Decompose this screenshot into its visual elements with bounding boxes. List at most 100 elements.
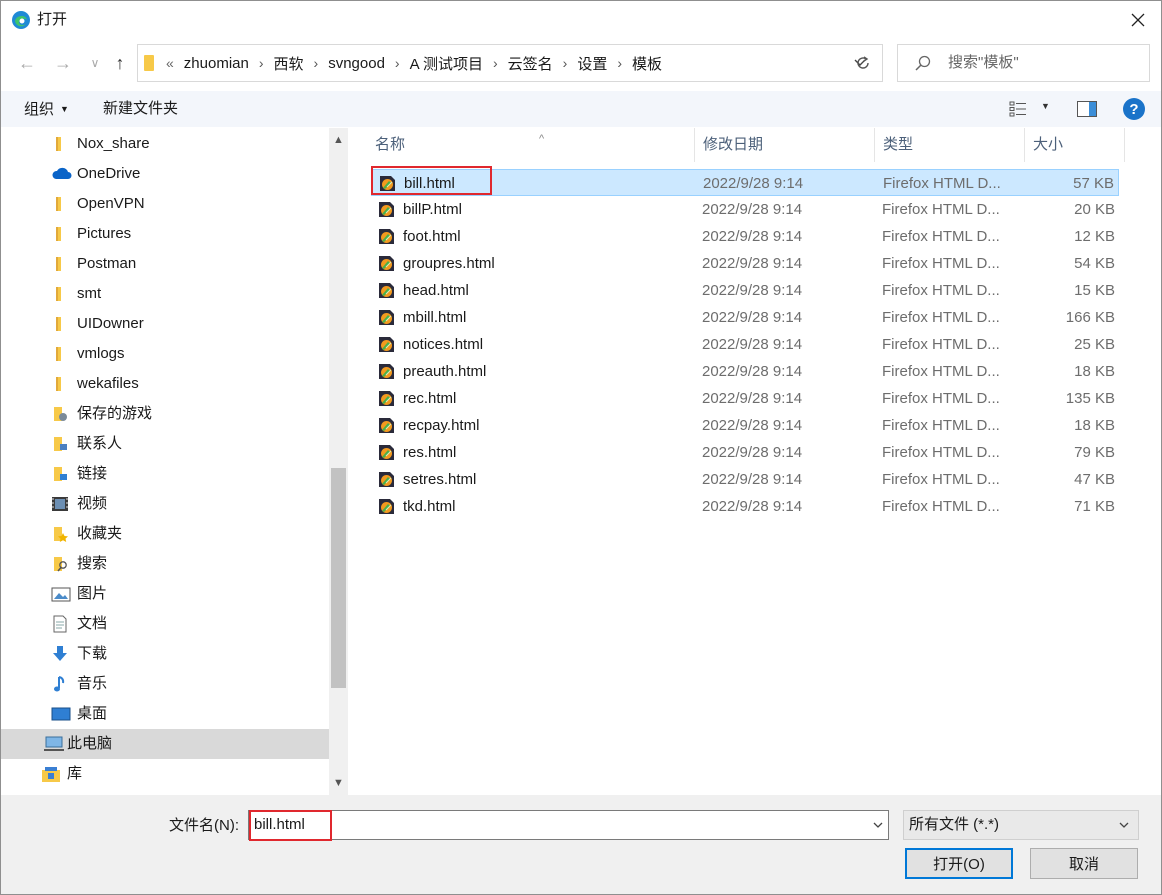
nav-item[interactable]: 桌面 bbox=[1, 699, 329, 729]
open-button[interactable]: 打开(O) bbox=[905, 848, 1013, 879]
firefox-html-file-icon bbox=[377, 416, 396, 435]
breadcrumb-item[interactable]: 云签名 bbox=[508, 53, 553, 74]
file-row[interactable]: notices.html 2022/9/28 9:14 Firefox HTML D… bbox=[371, 331, 1119, 358]
breadcrumb-item[interactable]: 西软 bbox=[274, 53, 304, 74]
chevron-down-icon bbox=[1119, 822, 1129, 828]
nav-item[interactable]: OpenVPN bbox=[1, 189, 329, 219]
address-bar[interactable]: « zhuomian › 西软 › svngood › A 测试项目 › 云签名… bbox=[137, 44, 883, 82]
firefox-html-file-icon bbox=[377, 362, 396, 381]
file-date: 2022/9/28 9:14 bbox=[702, 390, 803, 407]
dialog-title: 打开 bbox=[37, 11, 68, 28]
nav-item[interactable]: 文档 bbox=[1, 609, 329, 639]
nav-item-label: 搜索 bbox=[77, 555, 108, 572]
nav-item[interactable]: UIDowner bbox=[1, 309, 329, 339]
nav-item[interactable]: 搜索 bbox=[1, 549, 329, 579]
nav-item[interactable]: Postman bbox=[1, 249, 329, 279]
column-header-name[interactable]: 名称 ^ bbox=[367, 128, 695, 162]
firefox-html-file-icon bbox=[377, 497, 396, 516]
breadcrumb-separator[interactable]: › bbox=[493, 55, 498, 71]
file-size: 135 KB bbox=[1065, 390, 1115, 407]
nav-item[interactable]: 保存的游戏 bbox=[1, 399, 329, 429]
chevron-down-icon[interactable] bbox=[872, 817, 884, 833]
view-options-caret-icon[interactable]: ▼ bbox=[1041, 101, 1050, 111]
nav-item[interactable]: Pictures bbox=[1, 219, 329, 249]
nav-item[interactable]: wekafiles bbox=[1, 369, 329, 399]
nav-item[interactable]: 库 bbox=[1, 759, 329, 789]
file-list: 名称 ^ 修改日期 类型 大小 bill.html 2022/9/28 9:14 F… bbox=[353, 128, 1161, 795]
breadcrumb-separator[interactable]: › bbox=[259, 55, 264, 71]
nav-item[interactable]: 视频 bbox=[1, 489, 329, 519]
nav-item[interactable]: OneDrive bbox=[1, 159, 329, 189]
breadcrumb-separator[interactable]: › bbox=[395, 55, 400, 71]
up-button[interactable]: ↑ bbox=[106, 49, 134, 77]
file-row[interactable]: preauth.html 2022/9/28 9:14 Firefox HTML D… bbox=[371, 358, 1119, 385]
file-row[interactable]: tkd.html 2022/9/28 9:14 Firefox HTML D... 7… bbox=[371, 493, 1119, 520]
folder-icon bbox=[51, 195, 69, 213]
nav-item[interactable]: 音乐 bbox=[1, 669, 329, 699]
nav-item[interactable]: 下载 bbox=[1, 639, 329, 669]
breadcrumb-item[interactable]: 设置 bbox=[577, 53, 607, 74]
scroll-up-arrow-icon[interactable]: ▲ bbox=[329, 130, 348, 150]
nav-item-label: 联系人 bbox=[77, 435, 123, 452]
navigation-scrollbar[interactable]: ▲ ▼ bbox=[329, 128, 348, 795]
file-row[interactable]: recpay.html 2022/9/28 9:14 Firefox HTML D.… bbox=[371, 412, 1119, 439]
arrow-right-icon: → bbox=[54, 52, 72, 73]
new-folder-button[interactable]: 新建文件夹 bbox=[103, 100, 178, 118]
breadcrumb-item[interactable]: A 测试项目 bbox=[410, 53, 483, 74]
file-row[interactable]: setres.html 2022/9/28 9:14 Firefox HTML D.… bbox=[371, 466, 1119, 493]
column-header-size[interactable]: 大小 bbox=[1025, 128, 1125, 162]
breadcrumb-overflow[interactable]: « bbox=[166, 55, 174, 71]
breadcrumb-separator[interactable]: › bbox=[617, 55, 622, 71]
nav-item[interactable]: smt bbox=[1, 279, 329, 309]
nav-item-label: 音乐 bbox=[77, 675, 108, 692]
file-row[interactable]: res.html 2022/9/28 9:14 Firefox HTML D... 7… bbox=[371, 439, 1119, 466]
file-type-select[interactable]: 所有文件 (*.*) bbox=[903, 810, 1139, 840]
cancel-button[interactable]: 取消 bbox=[1030, 848, 1138, 879]
breadcrumb-item-current[interactable]: 模板 bbox=[632, 53, 662, 74]
scroll-down-arrow-icon[interactable]: ▼ bbox=[329, 773, 348, 793]
file-row[interactable]: rec.html 2022/9/28 9:14 Firefox HTML D... 1… bbox=[371, 385, 1119, 412]
filename-input[interactable]: bill.html bbox=[248, 810, 889, 840]
file-row[interactable]: foot.html 2022/9/28 9:14 Firefox HTML D...… bbox=[371, 223, 1119, 250]
nav-item[interactable]: vmlogs bbox=[1, 339, 329, 369]
open-file-dialog: 打开 ← → ∨ ↑ « zhuomian › 西软 › svngood › A… bbox=[0, 0, 1162, 895]
nav-item[interactable]: Nox_share bbox=[1, 129, 329, 159]
firefox-html-file-icon bbox=[377, 335, 396, 354]
videos-icon bbox=[51, 495, 69, 513]
file-row[interactable]: groupres.html 2022/9/28 9:14 Firefox HTML … bbox=[371, 250, 1119, 277]
preview-pane-icon[interactable] bbox=[1077, 101, 1097, 117]
nav-item[interactable]: 联系人 bbox=[1, 429, 329, 459]
scrollbar-thumb[interactable] bbox=[331, 468, 346, 688]
file-size: 54 KB bbox=[1074, 255, 1115, 272]
nav-item[interactable]: 图片 bbox=[1, 579, 329, 609]
file-type: Firefox HTML D... bbox=[882, 390, 1000, 407]
close-button[interactable] bbox=[1115, 1, 1161, 39]
search-input[interactable]: 搜索"模板" bbox=[897, 44, 1150, 82]
file-size: 18 KB bbox=[1074, 417, 1115, 434]
sort-ascending-icon: ^ bbox=[539, 133, 545, 145]
organize-menu[interactable]: 组织 ▼ bbox=[24, 100, 69, 119]
forward-button[interactable]: → bbox=[49, 49, 77, 77]
file-type: Firefox HTML D... bbox=[882, 201, 1000, 218]
file-name: head.html bbox=[403, 282, 469, 299]
column-header-date[interactable]: 修改日期 bbox=[695, 128, 875, 162]
refresh-button[interactable] bbox=[843, 44, 883, 82]
view-list-icon[interactable] bbox=[1009, 101, 1027, 117]
firefox-html-file-icon bbox=[377, 227, 396, 246]
breadcrumb-item[interactable]: zhuomian bbox=[184, 55, 249, 72]
file-row[interactable]: billP.html 2022/9/28 9:14 Firefox HTML D..… bbox=[371, 196, 1119, 223]
breadcrumb-separator[interactable]: › bbox=[563, 55, 568, 71]
file-row[interactable]: head.html 2022/9/28 9:14 Firefox HTML D...… bbox=[371, 277, 1119, 304]
recent-locations-button[interactable]: ∨ bbox=[81, 49, 109, 77]
back-button[interactable]: ← bbox=[13, 49, 41, 77]
nav-item[interactable]: 链接 bbox=[1, 459, 329, 489]
breadcrumb-item[interactable]: svngood bbox=[328, 55, 385, 72]
breadcrumb-separator[interactable]: › bbox=[314, 55, 319, 71]
column-header-type[interactable]: 类型 bbox=[875, 128, 1025, 162]
nav-item[interactable]: 收藏夹 bbox=[1, 519, 329, 549]
file-row[interactable]: mbill.html 2022/9/28 9:14 Firefox HTML D..… bbox=[371, 304, 1119, 331]
firefox-html-file-icon bbox=[377, 254, 396, 273]
folder-icon bbox=[144, 55, 154, 71]
help-icon[interactable]: ? bbox=[1123, 98, 1145, 120]
nav-item[interactable]: 此电脑 bbox=[1, 729, 329, 759]
